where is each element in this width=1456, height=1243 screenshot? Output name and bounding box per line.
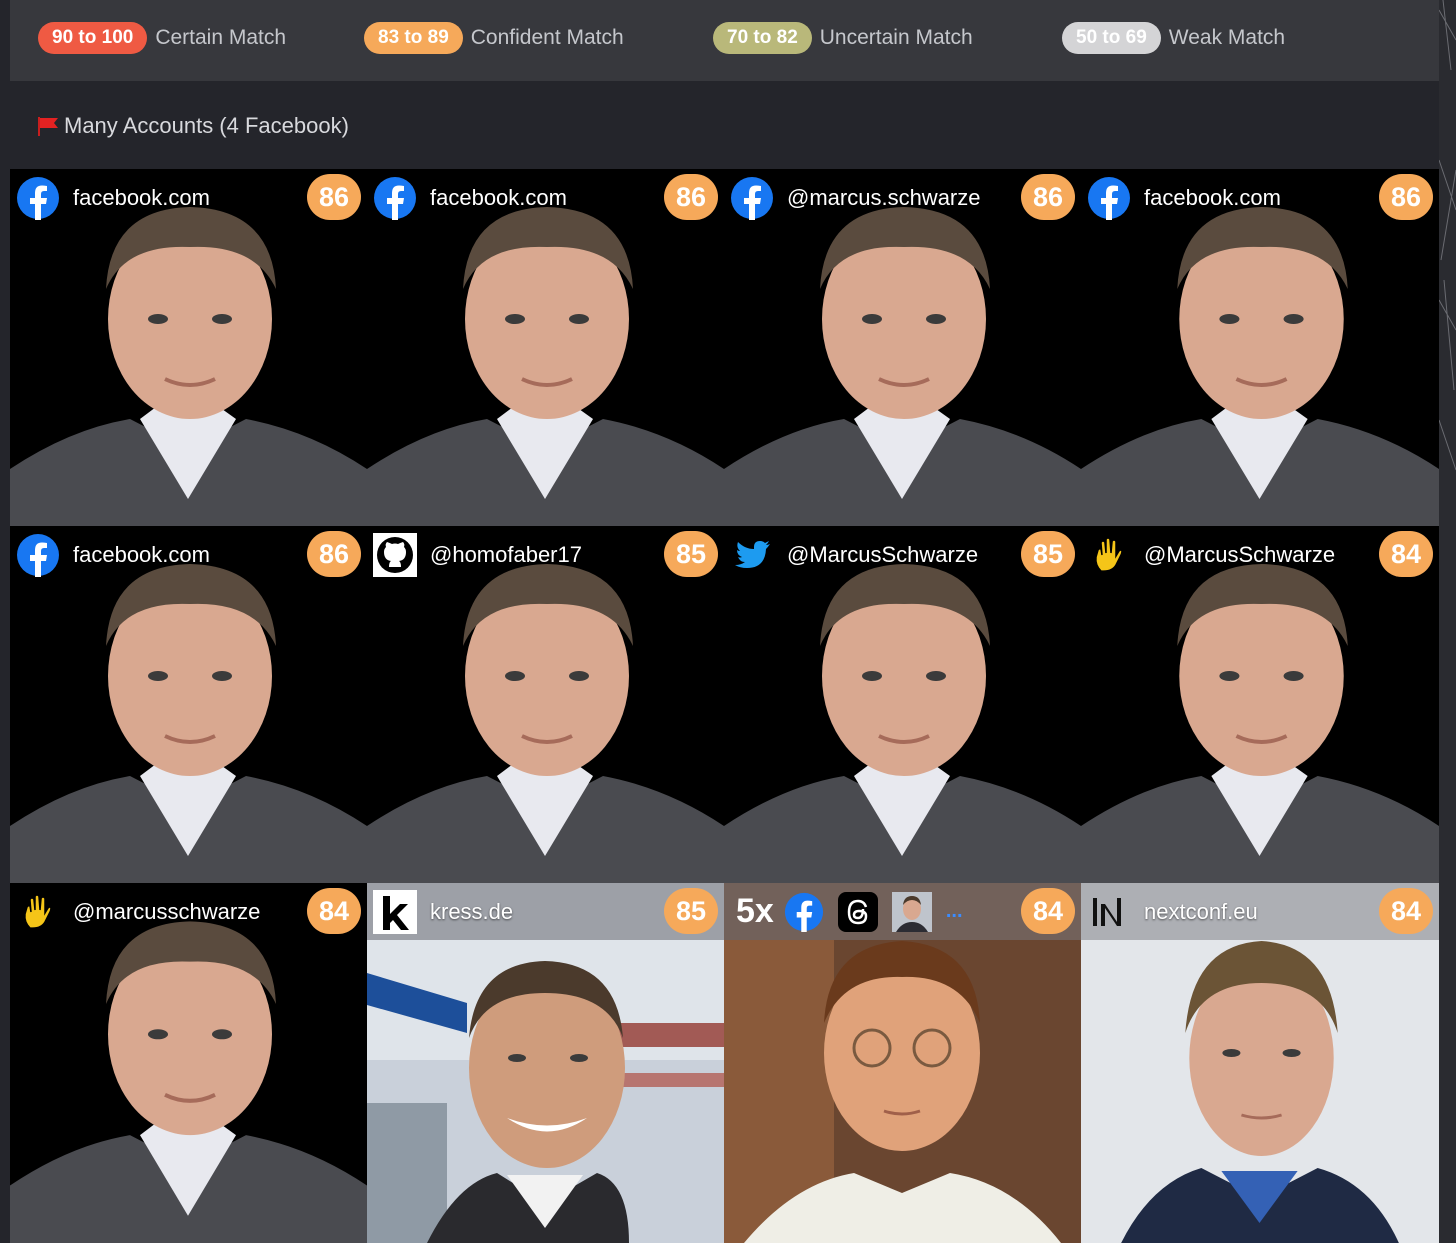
- match-score-badge: 84: [1379, 531, 1433, 577]
- nextconf-icon: [1087, 890, 1131, 934]
- match-score-badge: 84: [1021, 888, 1075, 934]
- result-tile[interactable]: @MarcusSchwarze 84: [1081, 526, 1439, 883]
- match-score-badge: 85: [664, 888, 718, 934]
- legend-pill-certain: 90 to 100: [38, 22, 148, 54]
- results-grid: facebook.com 86 facebook.com 86 @marcus.…: [10, 169, 1439, 1243]
- result-tile[interactable]: @MarcusSchwarze 85: [724, 526, 1081, 883]
- source-count: 5x: [736, 892, 774, 930]
- result-tile[interactable]: kress.de 85: [367, 883, 724, 1243]
- result-tile[interactable]: facebook.com 86: [10, 169, 367, 526]
- legend-certain: 90 to 100 Certain Match: [38, 22, 286, 54]
- kress-icon: [373, 889, 417, 934]
- facebook-icon: [1087, 176, 1131, 220]
- result-source-label[interactable]: facebook.com: [73, 185, 210, 211]
- result-tile[interactable]: @marcus.schwarze 86: [724, 169, 1081, 526]
- facebook-icon: [730, 176, 774, 220]
- result-tile[interactable]: @homofaber17 85: [367, 526, 724, 883]
- legend-label-confident: Confident Match: [470, 26, 624, 49]
- match-score-badge: 86: [1379, 174, 1433, 220]
- result-tile[interactable]: facebook.com 86: [1081, 169, 1439, 526]
- legend-label-uncertain: Uncertain Match: [819, 26, 973, 49]
- facebook-icon: [373, 176, 417, 220]
- match-score-badge: 86: [1021, 174, 1075, 220]
- thumbnail-avatar: [891, 891, 932, 932]
- result-source-label[interactable]: @marcusschwarze: [73, 899, 260, 925]
- match-score-badge: 86: [307, 531, 361, 577]
- result-source-label[interactable]: facebook.com: [73, 542, 210, 568]
- result-source-label[interactable]: @MarcusSchwarze: [1144, 542, 1335, 568]
- facebook-icon: [784, 892, 824, 932]
- match-legend: 90 to 100 Certain Match 83 to 89 Confide…: [10, 0, 1439, 81]
- background-pattern: [1439, 0, 1456, 1243]
- result-source-label[interactable]: facebook.com: [1144, 185, 1281, 211]
- result-tile[interactable]: facebook.com 86: [367, 169, 724, 526]
- waving-hand-icon: [16, 890, 60, 934]
- result-source-label[interactable]: facebook.com: [430, 185, 567, 211]
- result-source-label[interactable]: @homofaber17: [430, 542, 582, 568]
- github-icon: [373, 532, 417, 577]
- legend-weak: 50 to 69 Weak Match: [1062, 22, 1285, 54]
- result-tile[interactable]: 5x ... 84: [724, 883, 1081, 1243]
- twitter-icon: [730, 533, 774, 577]
- result-source-label[interactable]: @MarcusSchwarze: [787, 542, 978, 568]
- match-score-badge: 85: [664, 531, 718, 577]
- result-source-label[interactable]: nextconf.eu: [1144, 899, 1258, 925]
- legend-confident: 83 to 89 Confident Match: [364, 22, 624, 54]
- match-score-badge: 86: [664, 174, 718, 220]
- legend-label-weak: Weak Match: [1168, 26, 1286, 49]
- legend-label-certain: Certain Match: [155, 26, 287, 49]
- match-score-badge: 84: [307, 888, 361, 934]
- result-source-label[interactable]: kress.de: [430, 899, 513, 925]
- legend-pill-uncertain: 70 to 82: [713, 22, 812, 54]
- section-title: Many Accounts (4 Facebook): [64, 113, 349, 138]
- facebook-icon: [16, 533, 60, 577]
- waving-hand-icon: [1087, 533, 1131, 577]
- flag-icon: [38, 117, 58, 136]
- legend-uncertain: 70 to 82 Uncertain Match: [713, 22, 973, 54]
- threads-icon: [837, 891, 878, 932]
- result-tile[interactable]: facebook.com 86: [10, 526, 367, 883]
- match-score-badge: 86: [307, 174, 361, 220]
- result-tile[interactable]: @marcusschwarze 84: [10, 883, 367, 1243]
- result-tile[interactable]: nextconf.eu 84: [1081, 883, 1439, 1243]
- legend-pill-confident: 83 to 89: [364, 22, 463, 54]
- section-header[interactable]: Many Accounts (4 Facebook): [36, 110, 349, 142]
- match-score-badge: 85: [1021, 531, 1075, 577]
- result-source-label[interactable]: @marcus.schwarze: [787, 185, 981, 211]
- match-score-badge: 84: [1379, 888, 1433, 934]
- legend-pill-weak: 50 to 69: [1062, 22, 1161, 54]
- facebook-icon: [16, 176, 60, 220]
- more-sources-indicator[interactable]: ...: [946, 900, 963, 923]
